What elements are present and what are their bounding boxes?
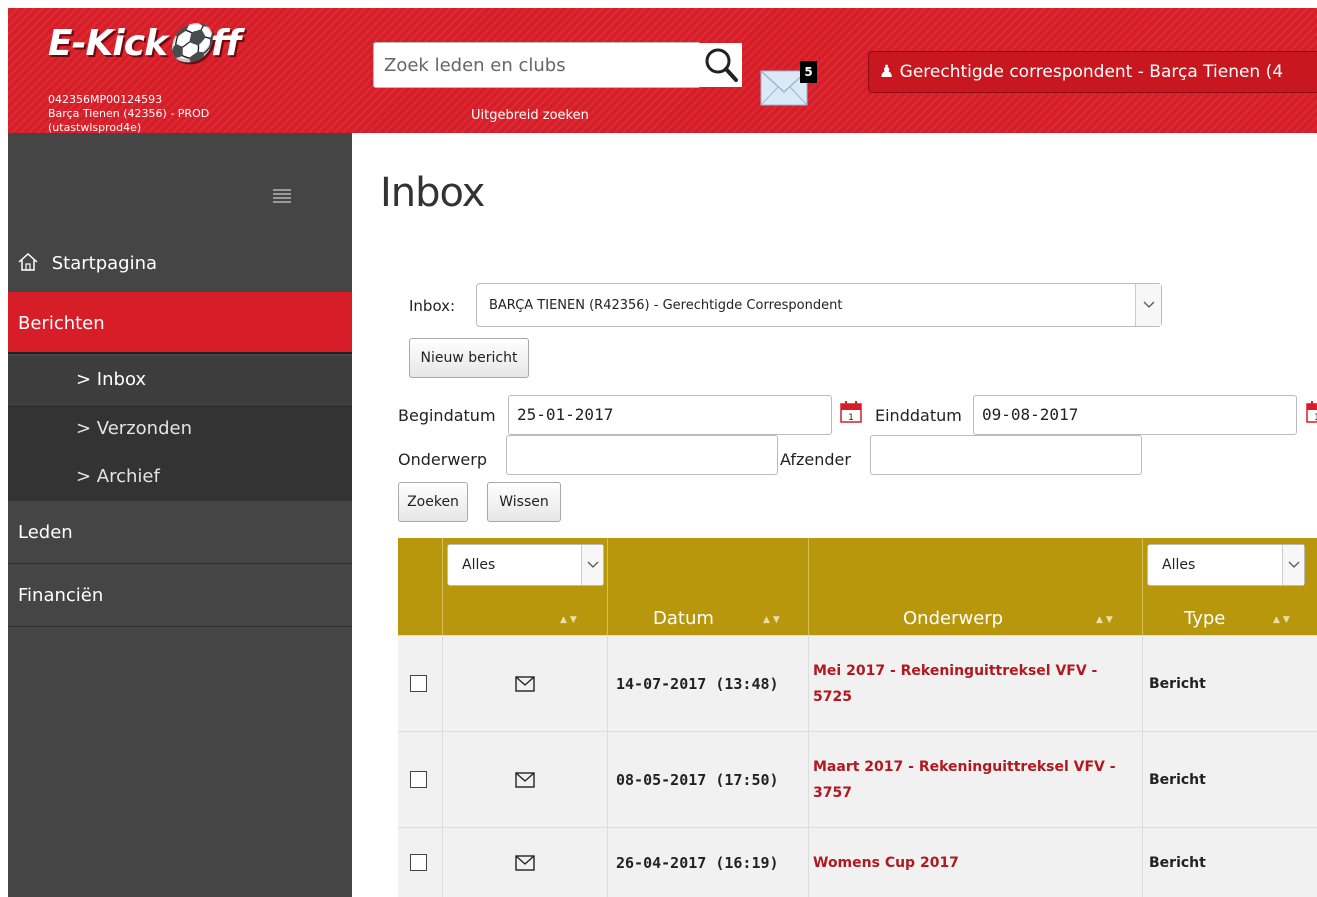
begin-date-field[interactable]: 25-01-2017	[508, 395, 832, 435]
role-label: Gerechtigde correspondent - Barça Tienen…	[899, 62, 1284, 82]
role-selector-button[interactable]: ♟ Gerechtigde correspondent - Barça Tien…	[868, 51, 1317, 93]
status-filter-select[interactable]: Alles	[447, 544, 604, 586]
top-header: E-Kick⚽ff 042356MP00124593 Barça Tienen …	[8, 8, 1317, 134]
row-checkbox[interactable]	[410, 771, 427, 788]
row-status-cell	[443, 828, 608, 897]
sidebar-item-financien[interactable]: Financiën	[8, 565, 352, 627]
message-type: Bericht	[1149, 854, 1206, 871]
inbox-select[interactable]: BARÇA TIENEN (R42356) - Gerechtigde Corr…	[476, 283, 1162, 327]
header-select-column	[398, 538, 443, 635]
search-button[interactable]	[700, 43, 742, 87]
message-date: 08-05-2017 (17:50)	[616, 770, 779, 789]
clear-button[interactable]: Wissen	[487, 482, 561, 522]
inbox-select-value: BARÇA TIENEN (R42356) - Gerechtigde Corr…	[489, 298, 843, 313]
row-checkbox[interactable]	[410, 675, 427, 692]
sidebar-item-startpagina[interactable]: Startpagina	[8, 244, 352, 292]
row-type-cell: Bericht	[1143, 732, 1317, 827]
ekickoff-logo[interactable]: E-Kick⚽ff	[48, 22, 241, 64]
row-subject-cell: Maart 2017 - Rekeninguittreksel VFV - 37…	[809, 732, 1143, 827]
sort-arrows-icon[interactable]: ▲▼	[1273, 615, 1293, 625]
row-date-cell: 08-05-2017 (17:50)	[608, 732, 809, 827]
header-date-column[interactable]: Datum ▲▼	[608, 538, 809, 635]
svg-text:1: 1	[848, 413, 854, 423]
table-header: Alles ▲▼ Datum ▲▼ Onderwerp ▲▼ Alles Typ…	[398, 538, 1317, 635]
sidebar: Startpagina Berichten > Inbox > Verzonde…	[8, 133, 352, 897]
sidebar-subitem-inbox[interactable]: > Inbox	[8, 356, 352, 404]
type-filter-value: Alles	[1162, 557, 1196, 573]
type-column-label: Type	[1184, 608, 1226, 629]
page-title: Inbox	[380, 170, 485, 216]
envelope-icon	[515, 675, 535, 692]
header-status-column: Alles ▲▼	[443, 538, 608, 635]
subject-label: Onderwerp	[398, 450, 487, 469]
sort-arrows-icon[interactable]: ▲▼	[1096, 615, 1116, 625]
user-icon: ♟	[879, 62, 895, 82]
row-subject-cell: Womens Cup 2017	[809, 828, 1143, 897]
subject-field[interactable]	[506, 435, 778, 475]
row-checkbox[interactable]	[410, 854, 427, 871]
menu-toggle-icon[interactable]	[273, 189, 291, 203]
message-subject-link[interactable]: Womens Cup 2017	[809, 850, 967, 876]
sidebar-subitem-verzonden[interactable]: > Verzonden	[8, 405, 352, 453]
row-select-cell	[398, 828, 443, 897]
row-status-cell	[443, 636, 608, 731]
new-message-button[interactable]: Nieuw bericht	[409, 338, 529, 378]
message-type: Bericht	[1149, 771, 1206, 788]
search-input[interactable]	[373, 42, 701, 88]
search-submit-button[interactable]: Zoeken	[398, 482, 468, 522]
sidebar-item-label: Startpagina	[51, 253, 158, 274]
subject-column-label: Onderwerp	[903, 608, 1004, 629]
calendar-icon[interactable]: 1	[1306, 401, 1317, 423]
message-subject-link[interactable]: Mei 2017 - Rekeninguittreksel VFV - 5725	[809, 658, 1142, 710]
sender-label: Afzender	[780, 450, 851, 469]
unread-count-badge: 5	[800, 61, 817, 83]
row-status-cell	[443, 732, 608, 827]
row-select-cell	[398, 636, 443, 731]
row-date-cell: 26-04-2017 (16:19)	[608, 828, 809, 897]
row-type-cell: Bericht	[1143, 828, 1317, 897]
row-date-cell: 14-07-2017 (13:48)	[608, 636, 809, 731]
sidebar-subitem-archief[interactable]: > Archief	[8, 453, 352, 501]
home-icon	[18, 252, 38, 271]
table-row[interactable]: 08-05-2017 (17:50) Maart 2017 - Rekening…	[398, 731, 1317, 827]
calendar-icon[interactable]: 1	[840, 401, 862, 423]
table-row[interactable]: 14-07-2017 (13:48) Mei 2017 - Rekeningui…	[398, 635, 1317, 731]
message-date: 26-04-2017 (16:19)	[616, 853, 779, 872]
row-type-cell: Bericht	[1143, 636, 1317, 731]
chevron-down-icon	[581, 545, 603, 585]
end-date-field[interactable]: 09-08-2017	[973, 395, 1297, 435]
chevron-down-icon	[1282, 545, 1304, 585]
date-column-label: Datum	[653, 608, 714, 629]
end-date-label: Einddatum	[875, 406, 962, 425]
row-subject-cell: Mei 2017 - Rekeninguittreksel VFV - 5725	[809, 636, 1143, 731]
envelope-icon	[515, 854, 535, 871]
header-type-column: Alles Type ▲▼	[1143, 538, 1317, 635]
account-code: 042356MP00124593	[48, 93, 163, 106]
inbox-label: Inbox:	[409, 297, 456, 315]
advanced-search-link[interactable]: Uitgebreid zoeken	[471, 108, 589, 123]
status-filter-value: Alles	[462, 557, 496, 573]
table-row[interactable]: 26-04-2017 (16:19) Womens Cup 2017 Beric…	[398, 827, 1317, 897]
header-subject-column[interactable]: Onderwerp ▲▼	[809, 538, 1143, 635]
message-date: 14-07-2017 (13:48)	[616, 674, 779, 693]
begin-date-label: Begindatum	[398, 406, 496, 425]
search-icon	[705, 48, 738, 82]
sort-arrows-icon[interactable]: ▲▼	[763, 615, 783, 625]
club-info: Barça Tienen (42356) - PROD	[48, 107, 210, 120]
message-subject-link[interactable]: Maart 2017 - Rekeninguittreksel VFV - 37…	[809, 754, 1142, 806]
row-select-cell	[398, 732, 443, 827]
type-filter-select[interactable]: Alles	[1147, 544, 1305, 586]
sort-arrows-icon[interactable]: ▲▼	[560, 615, 580, 625]
sidebar-item-leden[interactable]: Leden	[8, 502, 352, 564]
envelope-icon	[515, 771, 535, 788]
sidebar-item-berichten[interactable]: Berichten	[8, 292, 352, 354]
message-type: Bericht	[1149, 675, 1206, 692]
sender-field[interactable]	[870, 435, 1142, 475]
chevron-down-icon	[1135, 284, 1161, 326]
